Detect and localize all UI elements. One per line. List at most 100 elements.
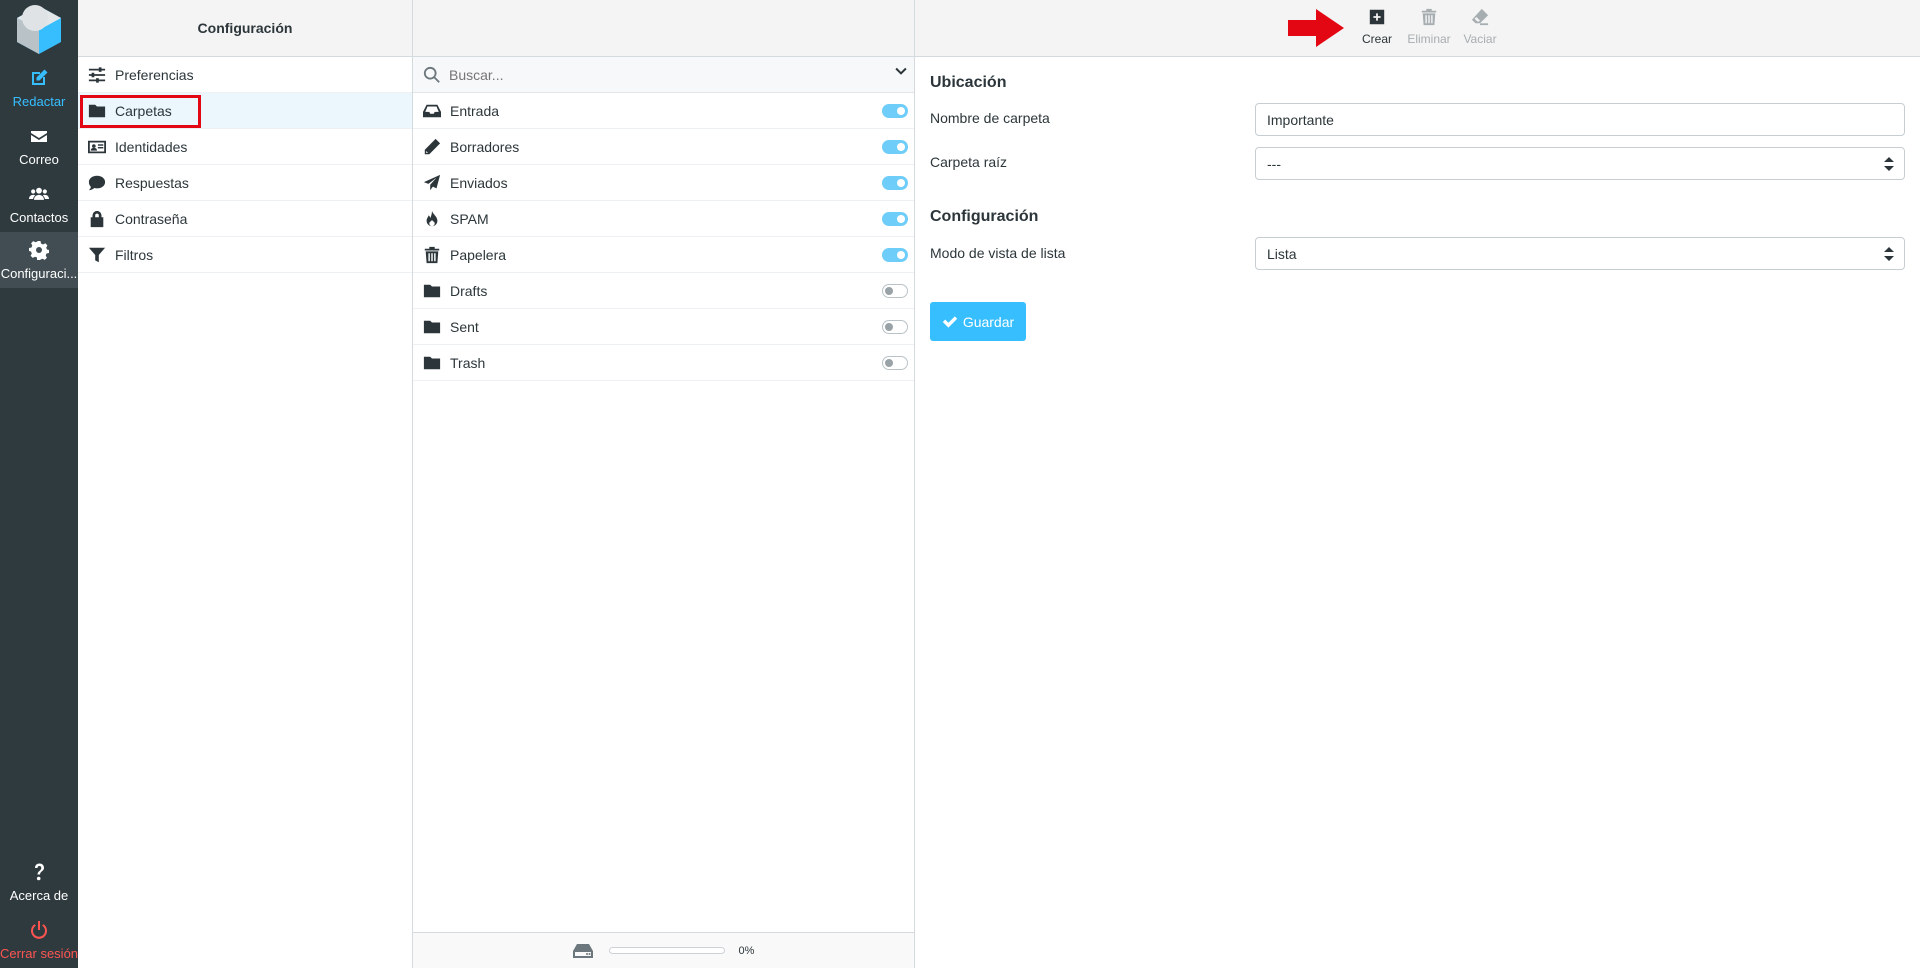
parent-folder-select[interactable]: --- bbox=[1255, 147, 1905, 180]
folder-row-trash[interactable]: Trash bbox=[413, 345, 914, 381]
compose-icon bbox=[0, 68, 78, 90]
fire-icon bbox=[426, 210, 438, 226]
nav-logout-label: Cerrar sesión bbox=[0, 946, 78, 961]
quota-bar bbox=[608, 947, 725, 954]
section-preferences-label: Preferencias bbox=[115, 66, 194, 83]
subscription-toggle[interactable] bbox=[882, 248, 908, 262]
id-card-icon bbox=[88, 140, 106, 153]
nav-mail-label: Correo bbox=[19, 152, 59, 167]
nav-logout[interactable]: Cerrar sesión bbox=[0, 912, 78, 968]
power-icon bbox=[0, 920, 78, 942]
trash-icon bbox=[424, 246, 440, 263]
paper-plane-icon bbox=[423, 174, 441, 190]
nav-settings[interactable]: Configuraci... bbox=[0, 232, 78, 288]
trash-icon bbox=[1421, 8, 1437, 26]
app-logo[interactable] bbox=[11, 0, 67, 56]
nav-mail[interactable]: Correo bbox=[0, 118, 78, 174]
subscription-toggle[interactable] bbox=[882, 356, 908, 370]
folder-name-input[interactable] bbox=[1255, 103, 1905, 136]
folder-name: Entrada bbox=[450, 102, 500, 119]
section-identities-label: Identidades bbox=[115, 138, 188, 155]
subscription-toggle[interactable] bbox=[882, 284, 908, 298]
question-icon bbox=[0, 862, 78, 884]
section-preferences[interactable]: Preferencias bbox=[78, 57, 412, 93]
subscription-toggle[interactable] bbox=[882, 104, 908, 118]
subscription-toggle[interactable] bbox=[882, 320, 908, 334]
envelope-icon bbox=[0, 126, 78, 148]
folder-icon bbox=[423, 320, 441, 333]
search-icon bbox=[423, 66, 440, 83]
folder-row-borradores[interactable]: Borradores bbox=[413, 129, 914, 165]
nav-compose-label: Redactar bbox=[12, 94, 66, 109]
folder-row-enviados[interactable]: Enviados bbox=[413, 165, 914, 201]
folder-search bbox=[413, 57, 914, 93]
folder-row-papelera[interactable]: Papelera bbox=[413, 237, 914, 273]
view-mode-value: Lista bbox=[1267, 245, 1297, 262]
main-nav: Redactar Correo Contactos Configuraci...… bbox=[0, 0, 78, 968]
folder-row-sent[interactable]: Sent bbox=[413, 309, 914, 345]
section-filters-label: Filtros bbox=[115, 246, 154, 263]
folder-row-drafts[interactable]: Drafts bbox=[413, 273, 914, 309]
nav-contacts[interactable]: Contactos bbox=[0, 176, 78, 232]
empty-button[interactable]: Vaciar bbox=[1455, 8, 1505, 46]
folder-list-header bbox=[413, 0, 914, 57]
hard-drive-icon bbox=[572, 943, 593, 958]
folder-icon bbox=[423, 284, 441, 297]
users-icon bbox=[0, 184, 78, 206]
plus-square-icon bbox=[1369, 9, 1385, 25]
settings-sections-panel: Configuración Preferencias Carpetas Iden… bbox=[78, 0, 413, 968]
eraser-icon bbox=[1471, 8, 1489, 26]
view-mode-select[interactable]: Lista bbox=[1255, 237, 1905, 270]
section-responses-label: Respuestas bbox=[115, 174, 189, 191]
folder-list-panel: Entrada Borradores Enviados SPAM Papeler… bbox=[413, 0, 915, 968]
empty-label: Vaciar bbox=[1463, 32, 1497, 46]
section-folders[interactable]: Carpetas bbox=[78, 93, 412, 129]
folder-name: Trash bbox=[450, 354, 486, 371]
section-responses[interactable]: Respuestas bbox=[78, 165, 412, 201]
save-button[interactable]: Guardar bbox=[930, 302, 1026, 341]
highlight-box bbox=[80, 95, 201, 128]
subscription-toggle[interactable] bbox=[882, 140, 908, 154]
create-button[interactable]: Crear bbox=[1352, 8, 1402, 46]
section-password[interactable]: Contraseña bbox=[78, 201, 412, 237]
folder-row-spam[interactable]: SPAM bbox=[413, 201, 914, 237]
subscription-toggle[interactable] bbox=[882, 212, 908, 226]
save-label: Guardar bbox=[962, 313, 1015, 330]
nav-compose[interactable]: Redactar bbox=[0, 60, 78, 116]
folder-row-entrada[interactable]: Entrada bbox=[413, 93, 914, 129]
comment-icon bbox=[88, 175, 106, 190]
nav-settings-label: Configuraci... bbox=[0, 266, 78, 281]
section-password-label: Contraseña bbox=[115, 210, 188, 227]
search-options-toggle[interactable] bbox=[894, 65, 908, 84]
check-icon bbox=[942, 315, 958, 328]
select-caret-icon bbox=[1884, 247, 1894, 264]
parent-folder-value: --- bbox=[1267, 155, 1281, 172]
chevron-down-icon bbox=[895, 67, 907, 75]
quota-text: 0% bbox=[738, 944, 755, 957]
section-identities[interactable]: Identidades bbox=[78, 129, 412, 165]
sliders-icon bbox=[88, 66, 106, 83]
folder-name: Papelera bbox=[450, 246, 507, 263]
delete-button[interactable]: Eliminar bbox=[1404, 8, 1454, 46]
nav-about-label: Acerca de bbox=[9, 888, 69, 903]
filter-icon bbox=[88, 247, 106, 262]
folder-edit-panel: Crear Eliminar Vaciar Ubicación Nombre d… bbox=[915, 0, 1920, 968]
view-mode-label: Modo de vista de lista bbox=[930, 245, 1066, 261]
folder-name-label: Nombre de carpeta bbox=[930, 110, 1050, 126]
folder-name: Enviados bbox=[450, 174, 508, 191]
toolbar: Crear Eliminar Vaciar bbox=[915, 0, 1920, 57]
subscription-toggle[interactable] bbox=[882, 176, 908, 190]
location-section-title: Ubicación bbox=[930, 74, 1007, 91]
search-input[interactable] bbox=[449, 66, 879, 83]
pencil-icon bbox=[424, 138, 441, 154]
red-arrow-annotation bbox=[1288, 9, 1344, 47]
create-label: Crear bbox=[1361, 32, 1392, 46]
quota-footer: 0% bbox=[413, 932, 914, 968]
nav-about[interactable]: Acerca de bbox=[0, 854, 78, 910]
nav-contacts-label: Contactos bbox=[9, 210, 69, 225]
parent-folder-label: Carpeta raíz bbox=[930, 154, 1008, 170]
delete-label: Eliminar bbox=[1407, 32, 1451, 46]
settings-title: Configuración bbox=[78, 0, 412, 57]
folder-name: Drafts bbox=[450, 282, 488, 299]
section-filters[interactable]: Filtros bbox=[78, 237, 412, 273]
